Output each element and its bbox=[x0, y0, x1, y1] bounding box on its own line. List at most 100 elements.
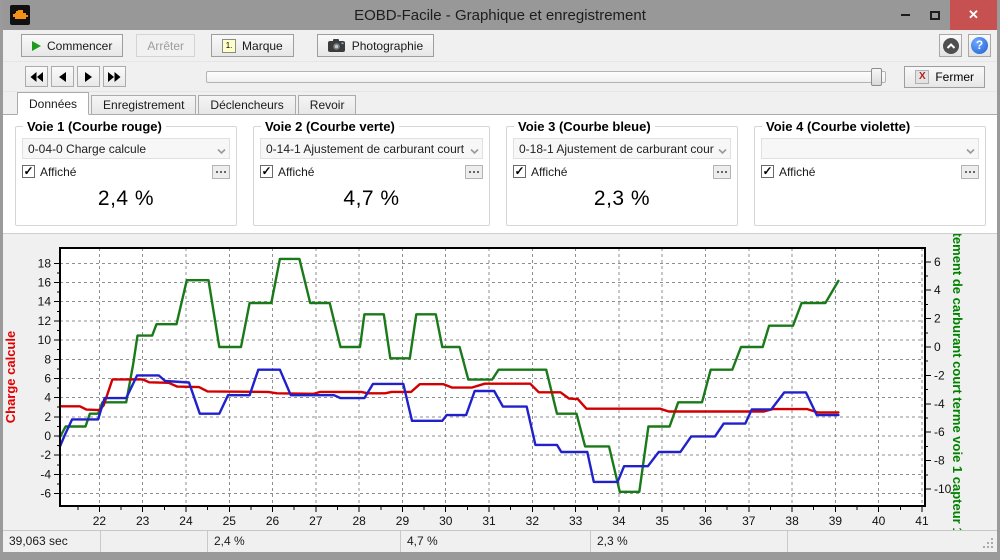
svg-text:35: 35 bbox=[656, 514, 670, 528]
svg-text:24: 24 bbox=[179, 514, 193, 528]
pid-select-value: 0-14-1 Ajustement de carburant court ter… bbox=[266, 142, 466, 156]
minimize-icon bbox=[901, 14, 910, 16]
affiche-checkbox-voie3[interactable]: ✓ bbox=[513, 165, 526, 178]
ellipsis-icon bbox=[969, 171, 971, 173]
pid-select-voie3[interactable]: 0-18-1 Ajustement de carburant court ter… bbox=[513, 138, 731, 159]
ellipsis-icon bbox=[473, 171, 475, 173]
collapse-button[interactable] bbox=[939, 34, 962, 57]
svg-text:36: 36 bbox=[699, 514, 713, 528]
tab-enregistrement[interactable]: Enregistrement bbox=[91, 95, 196, 115]
svg-text:29: 29 bbox=[396, 514, 410, 528]
line-chart: 181614121086420-2-4-66420-2-4-6-8-102223… bbox=[3, 234, 997, 530]
title-bar[interactable]: EOBD-Facile - Graphique et enregistremen… bbox=[3, 0, 997, 30]
slider-thumb[interactable] bbox=[871, 68, 882, 86]
svg-text:18: 18 bbox=[38, 256, 52, 270]
svg-text:34: 34 bbox=[612, 514, 626, 528]
step-forward-button[interactable] bbox=[77, 66, 100, 87]
svg-text:38: 38 bbox=[785, 514, 799, 528]
pid-select-value: 0-04-0 Charge calcule bbox=[28, 142, 146, 156]
affiche-label: Affiché bbox=[531, 165, 567, 179]
svg-text:41: 41 bbox=[915, 514, 929, 528]
channel-title: Voie 3 (Courbe bleue) bbox=[514, 119, 655, 134]
affiche-label: Affiché bbox=[40, 165, 76, 179]
options-button-voie1[interactable] bbox=[212, 165, 230, 179]
svg-text:0: 0 bbox=[44, 429, 51, 443]
step-back-button[interactable] bbox=[51, 66, 74, 87]
affiche-checkbox-voie2[interactable]: ✓ bbox=[260, 165, 273, 178]
svg-text:-4: -4 bbox=[40, 467, 51, 481]
camera-icon bbox=[328, 39, 346, 52]
options-button-voie3[interactable] bbox=[713, 165, 731, 179]
tab-revoir[interactable]: Revoir bbox=[298, 95, 357, 115]
toolbar: Commencer Arrêter 1. Marque Photographie… bbox=[3, 30, 997, 62]
svg-text:4: 4 bbox=[44, 391, 51, 405]
status-cell-empty bbox=[101, 531, 208, 552]
close-graph-button[interactable]: X Fermer bbox=[904, 66, 985, 88]
affiche-label: Affiché bbox=[278, 165, 314, 179]
channel-value-voie2: 4,7 % bbox=[254, 187, 489, 211]
channels-panel: Voie 1 (Courbe rouge) 0-04-0 Charge calc… bbox=[3, 115, 997, 233]
svg-text:-2: -2 bbox=[934, 368, 945, 382]
svg-text:-2: -2 bbox=[40, 448, 51, 462]
check-icon: ✓ bbox=[762, 164, 772, 178]
start-label: Commencer bbox=[47, 39, 112, 53]
status-cell-right bbox=[788, 531, 997, 552]
display-row: ✓ Affiché bbox=[260, 164, 483, 179]
affiche-checkbox-voie4[interactable]: ✓ bbox=[761, 165, 774, 178]
help-button[interactable]: ? bbox=[968, 34, 991, 57]
svg-text:10: 10 bbox=[38, 333, 52, 347]
status-voie1-value: 2,4 % bbox=[208, 531, 401, 552]
status-voie3-value: 2,3 % bbox=[591, 531, 788, 552]
affiche-checkbox-voie1[interactable]: ✓ bbox=[22, 165, 35, 178]
window-title: EOBD-Facile - Graphique et enregistremen… bbox=[3, 7, 997, 24]
stop-button[interactable]: Arrêter bbox=[136, 34, 195, 57]
affiche-label: Affiché bbox=[779, 165, 815, 179]
svg-text:37: 37 bbox=[742, 514, 756, 528]
status-bar: 39,063 sec 2,4 % 4,7 % 2,3 % bbox=[3, 530, 997, 552]
mark-note-icon: 1. bbox=[222, 39, 236, 53]
check-icon: ✓ bbox=[514, 164, 524, 178]
help-icon: ? bbox=[971, 37, 988, 54]
app-window: EOBD-Facile - Graphique et enregistremen… bbox=[0, 0, 1000, 560]
display-row: ✓ Affiché bbox=[513, 164, 731, 179]
minimize-button[interactable] bbox=[890, 0, 920, 30]
pid-select-voie4[interactable] bbox=[761, 138, 979, 159]
mark-button[interactable]: 1. Marque bbox=[211, 34, 294, 57]
svg-text:33: 33 bbox=[569, 514, 583, 528]
svg-text:0: 0 bbox=[934, 340, 941, 354]
skip-end-button[interactable] bbox=[103, 66, 126, 87]
channel-panel-voie3: Voie 3 (Courbe bleue) 0-18-1 Ajustement … bbox=[506, 126, 738, 226]
chevron-down-icon bbox=[966, 144, 975, 158]
skip-start-button[interactable] bbox=[25, 66, 48, 87]
pid-select-voie2[interactable]: 0-14-1 Ajustement de carburant court ter… bbox=[260, 138, 483, 159]
start-button[interactable]: Commencer bbox=[21, 34, 123, 57]
tab-declencheurs[interactable]: Déclencheurs bbox=[198, 95, 295, 115]
maximize-button[interactable] bbox=[920, 0, 950, 30]
chevron-down-icon bbox=[470, 144, 479, 158]
close-button[interactable]: ✕ bbox=[950, 0, 997, 30]
channel-panel-voie2: Voie 2 (Courbe verte) 0-14-1 Ajustement … bbox=[253, 126, 490, 226]
pid-select-voie1[interactable]: 0-04-0 Charge calcule bbox=[22, 138, 230, 159]
svg-text:-6: -6 bbox=[934, 425, 945, 439]
toolbar-right: ? bbox=[939, 34, 991, 57]
step-back-icon bbox=[58, 72, 67, 82]
channel-panel-voie1: Voie 1 (Courbe rouge) 0-04-0 Charge calc… bbox=[15, 126, 237, 226]
svg-text:40: 40 bbox=[872, 514, 886, 528]
options-button-voie4[interactable] bbox=[961, 165, 979, 179]
svg-text:4: 4 bbox=[934, 283, 941, 297]
position-slider[interactable] bbox=[206, 71, 886, 83]
svg-text:ustement de carburant court t: ustement de carburant court terme voie 1… bbox=[950, 234, 965, 530]
transport-bar: X Fermer bbox=[3, 62, 997, 92]
skip-start-icon bbox=[30, 72, 43, 82]
check-icon: ✓ bbox=[261, 164, 271, 178]
photo-button[interactable]: Photographie bbox=[317, 34, 434, 57]
svg-text:8: 8 bbox=[44, 352, 51, 366]
resize-grip[interactable] bbox=[991, 546, 993, 548]
step-forward-icon bbox=[84, 72, 93, 82]
channel-title: Voie 2 (Courbe verte) bbox=[261, 119, 399, 134]
tab-donnees[interactable]: Données bbox=[17, 92, 89, 115]
options-button-voie2[interactable] bbox=[465, 165, 483, 179]
channel-value-voie3: 2,3 % bbox=[507, 187, 737, 211]
mark-label: Marque bbox=[242, 39, 283, 53]
display-row: ✓ Affiché bbox=[761, 164, 979, 179]
